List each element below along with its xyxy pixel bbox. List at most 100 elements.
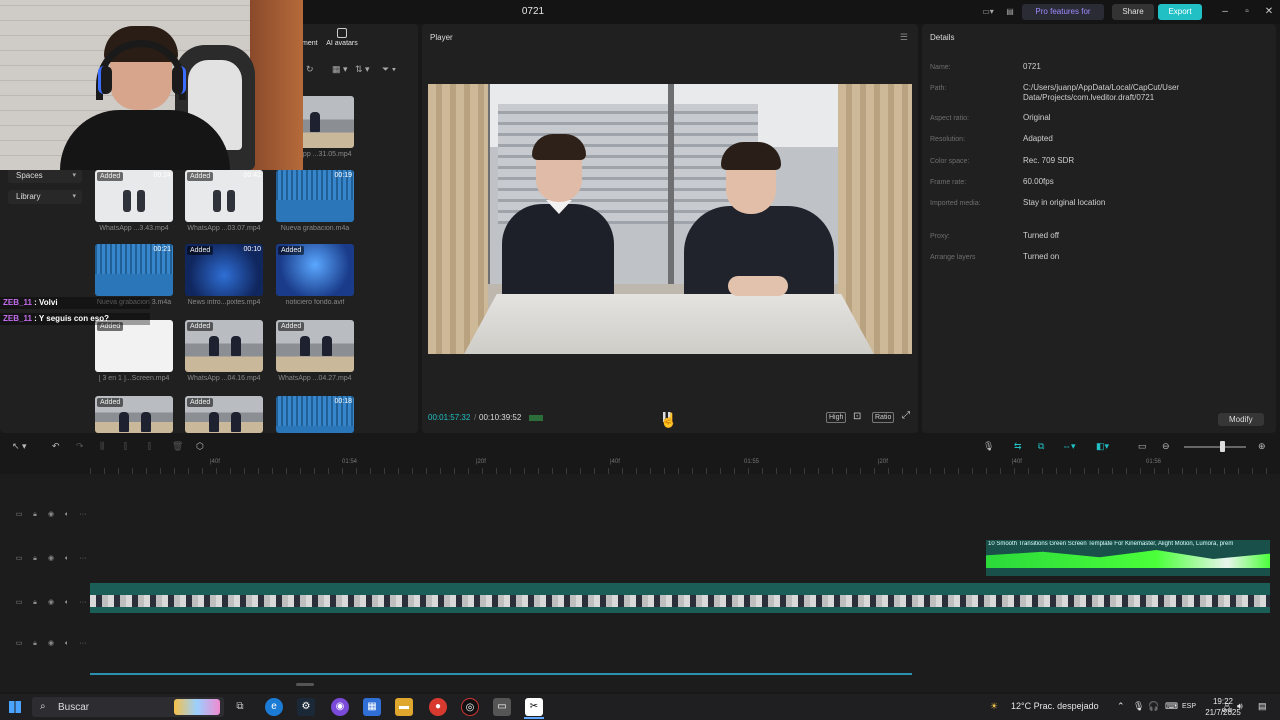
eye-icon[interactable]: ◉ — [43, 510, 59, 518]
weather-text[interactable]: 12°C Prac. despejado — [1011, 701, 1099, 711]
eye-icon[interactable]: ◉ — [43, 554, 59, 562]
media-item[interactable]: 00:19 — [276, 170, 354, 222]
screenshot-icon[interactable]: ⊡ — [853, 411, 861, 422]
media-item-name: WhatsApp ...3.43.mp4 — [99, 225, 169, 232]
media-item[interactable]: 00:21 — [95, 244, 173, 296]
media-item[interactable]: Added — [95, 320, 173, 372]
microphone-icon[interactable]: 🎙 — [983, 441, 994, 452]
ratio-button[interactable]: Ratio — [872, 412, 895, 423]
zoom-out-icon[interactable]: ⊖ — [1162, 441, 1170, 452]
steam-icon[interactable]: ⚙ — [297, 698, 315, 716]
language-indicator[interactable]: ESP — [1182, 703, 1196, 710]
auto-snapping-icon[interactable]: ⧉ — [1038, 441, 1044, 452]
notification-icon[interactable]: ▤ — [1258, 701, 1267, 712]
media-item[interactable]: Added — [276, 244, 354, 296]
clock[interactable]: 19:22 21/7/2025 — [1200, 696, 1246, 718]
minimize-icon[interactable]: – — [1218, 6, 1232, 17]
audio-icon[interactable]: 🔈︎ — [59, 599, 75, 607]
headset-icon[interactable]: 🎧 — [1148, 701, 1159, 712]
media-item[interactable]: Added 00:41 — [185, 170, 263, 222]
filter-icon[interactable]: ⏷ ▾ — [382, 64, 396, 75]
zoom-slider[interactable] — [1184, 446, 1246, 448]
audio-clip-line[interactable] — [90, 673, 912, 675]
weather-icon[interactable]: ☀ — [990, 701, 998, 712]
media-item[interactable]: Added — [95, 396, 173, 433]
shortcuts-icon[interactable]: ▤ — [1002, 4, 1018, 20]
preview-axis-icon[interactable]: ◧▾ — [1096, 441, 1109, 452]
added-badge: Added — [187, 246, 214, 255]
maximize-icon[interactable]: ▫ — [1240, 6, 1254, 17]
eye-icon[interactable]: ◉ — [43, 639, 59, 647]
linkage-icon[interactable]: ⇔▾ — [1062, 441, 1076, 452]
obs-icon[interactable]: ◎ — [461, 698, 479, 716]
media-item[interactable]: Added — [185, 320, 263, 372]
app-icon[interactable]: ◉ — [331, 698, 349, 716]
tab-elements[interactable]: ment — [302, 40, 318, 47]
media-item[interactable]: Added 00:24 — [95, 170, 173, 222]
export-button[interactable]: Export — [1158, 4, 1202, 20]
lock-icon[interactable]: 🔒︎ — [27, 555, 43, 563]
undo-icon[interactable]: ↶ — [52, 441, 60, 452]
media-item[interactable]: Added — [276, 320, 354, 372]
media-item[interactable]: Added 00:10 — [185, 244, 263, 296]
more-icon[interactable]: ··· — [75, 599, 91, 606]
grid-view-icon[interactable]: ▦ ▾ — [332, 64, 348, 75]
overlay-clip[interactable]: 10 Smooth Transitions Green Screen Templ… — [986, 540, 1270, 576]
more-icon[interactable]: ··· — [75, 640, 91, 647]
app-window-icon[interactable]: ▭ — [493, 698, 511, 716]
sidebar-item-library[interactable]: Library ▾ — [8, 190, 82, 204]
marker-icon[interactable]: ⬡ — [196, 441, 204, 452]
tab-ai-avatars[interactable]: AI avatars — [320, 28, 364, 47]
close-icon[interactable]: ✕ — [1262, 6, 1276, 17]
pro-features-button[interactable]: Pro features for FREE — [1022, 4, 1104, 32]
track-cover-icon[interactable]: ▭ — [11, 554, 27, 562]
chrome-icon[interactable]: ● — [429, 698, 447, 716]
ime-icon[interactable]: ⌨ — [1165, 701, 1178, 712]
redo-icon[interactable]: ↷ — [76, 441, 84, 452]
file-explorer-icon[interactable]: ▬ — [395, 698, 413, 716]
split-icon[interactable]: ⫼ — [100, 441, 104, 452]
store-icon[interactable]: ▦ — [363, 698, 381, 716]
audio-icon[interactable]: 🔈︎ — [59, 511, 75, 519]
media-item[interactable]: 00:18 — [276, 396, 354, 433]
zoom-slider-handle[interactable] — [1220, 441, 1225, 452]
layout-icon[interactable]: ▭▾ — [977, 4, 999, 20]
media-item[interactable]: Added — [185, 396, 263, 433]
menu-icon[interactable]: ☰ — [900, 32, 908, 43]
main-track-magnet-icon[interactable]: ⇆ — [1014, 441, 1022, 452]
more-icon[interactable]: ··· — [75, 511, 91, 518]
more-icon[interactable]: ··· — [75, 555, 91, 562]
audio-icon[interactable]: 🔈︎ — [59, 640, 75, 648]
video-preview[interactable] — [428, 84, 912, 354]
horizontal-scrollbar[interactable] — [296, 683, 314, 686]
task-view-icon[interactable]: ⧉ — [231, 698, 249, 716]
capcut-icon[interactable]: ✂ — [525, 698, 543, 716]
eye-icon[interactable]: ◉ — [43, 598, 59, 606]
lock-icon[interactable]: 🔒︎ — [27, 511, 43, 519]
sort-icon[interactable]: ⇅ ▾ — [355, 64, 370, 75]
select-tool-icon[interactable]: ↖ ▾ — [12, 441, 27, 452]
fullscreen-icon[interactable]: ⤢ — [902, 410, 910, 421]
caption-icon[interactable]: ▭ — [1138, 441, 1147, 452]
split-left-icon[interactable]: ⫿ — [124, 441, 127, 452]
zoom-in-icon[interactable]: ⊕ — [1258, 441, 1266, 452]
track-cover-icon[interactable]: ▭ — [11, 598, 27, 606]
track-cover-icon[interactable]: ▭ — [11, 639, 27, 647]
chevron-up-icon[interactable]: ⌃ — [1117, 701, 1125, 712]
share-button[interactable]: Share — [1112, 4, 1154, 20]
main-video-clip[interactable] — [90, 583, 1270, 613]
lock-icon[interactable]: 🔒︎ — [27, 599, 43, 607]
lock-icon[interactable]: 🔒︎ — [27, 640, 43, 648]
sidebar-item-spaces[interactable]: Spaces ▾ — [8, 169, 82, 183]
windows-start-icon[interactable] — [9, 701, 21, 713]
quality-button[interactable]: High — [826, 412, 847, 423]
taskbar-search[interactable]: ⌕ Buscar — [32, 697, 224, 717]
edge-icon[interactable]: e — [265, 698, 283, 716]
microphone-tray-icon[interactable]: 🎙 — [1133, 701, 1144, 712]
track-cover-icon[interactable]: ▭ — [11, 510, 27, 518]
audio-icon[interactable]: 🔈︎ — [59, 555, 75, 563]
refresh-icon[interactable]: ↻ — [306, 64, 314, 75]
split-right-icon[interactable]: ⫿ — [148, 441, 151, 452]
modify-button[interactable]: Modify — [1218, 413, 1264, 426]
delete-icon[interactable]: 🗑 — [172, 441, 183, 452]
